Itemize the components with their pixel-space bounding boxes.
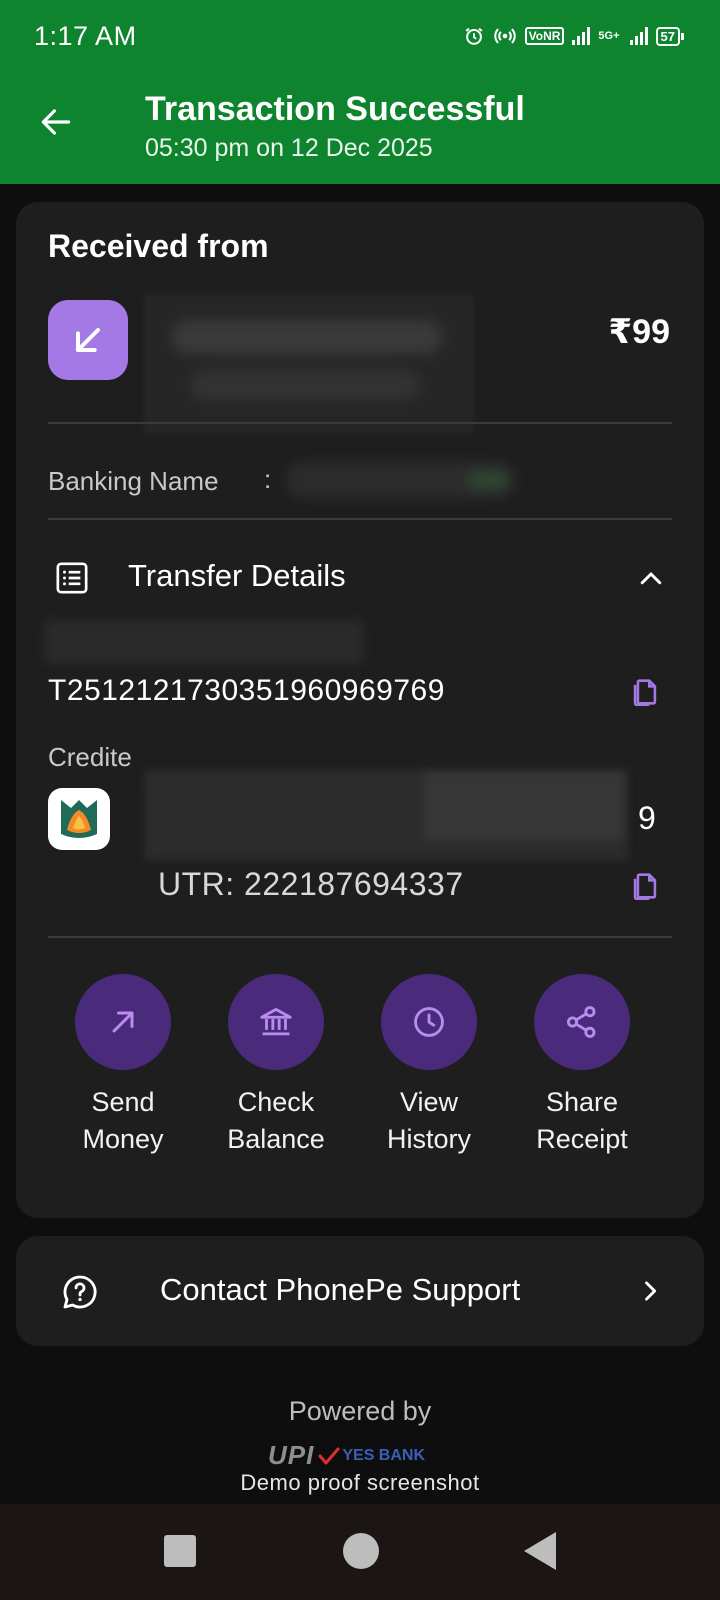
- action-label: History: [386, 1124, 471, 1154]
- battery-level: 57: [655, 26, 680, 46]
- status-time: 1:17 AM: [34, 20, 137, 51]
- battery-icon: 57: [655, 26, 684, 46]
- credited-to-label: Credite: [48, 742, 132, 772]
- chevron-right-icon: [645, 1281, 657, 1301]
- recents-button[interactable]: [164, 1535, 196, 1567]
- partner-logos: UPI YES BANK: [268, 1440, 425, 1471]
- action-label: Share: [545, 1087, 619, 1117]
- system-nav-bar: [0, 1504, 720, 1600]
- share-receipt-button[interactable]: Share Receipt: [507, 974, 657, 1158]
- quick-actions: Send Money Check Balance View History Share…: [16, 974, 704, 1174]
- demo-caption: Demo proof screenshot: [240, 1470, 480, 1495]
- upi-logo: UPI: [268, 1440, 315, 1470]
- view-history-button[interactable]: View History: [354, 974, 504, 1158]
- transaction-card: Received from ₹99 Banking Name : Transfe…: [16, 202, 704, 1218]
- share-icon: [566, 1006, 596, 1038]
- arrow-left-icon: [41, 109, 71, 135]
- alarm-icon: [463, 25, 485, 47]
- copy-icon[interactable]: [628, 868, 662, 904]
- home-button[interactable]: [343, 1533, 379, 1569]
- back-button[interactable]: [34, 100, 78, 144]
- transaction-id: T2512121730351960969769: [48, 674, 445, 707]
- vonr-badge: VoNR: [524, 27, 565, 45]
- bank-icon: [260, 1007, 292, 1036]
- received-arrow-icon: [48, 300, 128, 380]
- account-number-tail: 9: [638, 800, 656, 836]
- app-header: Transaction Successful 05:30 pm on 12 De…: [0, 72, 720, 184]
- signal-icon-2: [629, 27, 648, 45]
- divider: [48, 936, 672, 938]
- contact-support-label: Contact PhonePe Support: [160, 1272, 521, 1307]
- check-balance-button[interactable]: Check Balance: [201, 974, 351, 1158]
- account-number-redacted: [144, 770, 628, 860]
- status-bar: 1:17 AM VoNR 5G+ 57: [0, 0, 720, 72]
- banking-name-redacted: [286, 462, 516, 498]
- amount: ₹99: [608, 313, 670, 351]
- copy-icon[interactable]: [628, 674, 662, 710]
- transfer-details-toggle[interactable]: Transfer Details: [128, 558, 346, 594]
- divider: [48, 422, 672, 424]
- action-label: View: [399, 1087, 459, 1117]
- signal-icon: [572, 27, 591, 45]
- bank-logo-icon: [48, 788, 110, 850]
- yes-bank-label: YES BANK: [342, 1446, 426, 1464]
- yes-bank-logo: YES BANK: [318, 1447, 425, 1465]
- page-title: Transaction Successful: [145, 90, 525, 128]
- action-label: Send: [91, 1087, 155, 1117]
- action-label: Money: [82, 1124, 164, 1154]
- powered-by-label: Powered by: [288, 1396, 432, 1426]
- chevron-up-icon[interactable]: [636, 564, 666, 594]
- sender-name-redacted: [144, 294, 474, 434]
- receipt-list-icon: [56, 562, 88, 594]
- arrow-up-right-icon: [112, 1011, 134, 1033]
- network-type: 5G+: [598, 30, 620, 42]
- action-label: Balance: [227, 1124, 325, 1154]
- utr-number: UTR: 222187694337: [158, 866, 464, 902]
- transaction-datetime: 05:30 pm on 12 Dec 2025: [145, 134, 433, 162]
- clock-icon: [414, 1007, 444, 1037]
- action-label: Receipt: [536, 1124, 628, 1154]
- checkmark-icon: [318, 1447, 340, 1464]
- hotspot-icon: [493, 25, 517, 47]
- status-icons: VoNR 5G+ 57: [463, 25, 684, 47]
- transaction-id-label-redacted: [44, 620, 364, 664]
- action-label: Check: [237, 1087, 315, 1117]
- back-nav-button[interactable]: [524, 1532, 556, 1570]
- help-chat-icon: [63, 1275, 97, 1309]
- contact-support-button[interactable]: Contact PhonePe Support: [16, 1236, 704, 1346]
- received-from-label: Received from: [48, 228, 269, 264]
- banking-name-colon: :: [264, 464, 272, 494]
- divider: [48, 518, 672, 520]
- banking-name-label: Banking Name: [48, 466, 219, 496]
- send-money-button[interactable]: Send Money: [48, 974, 198, 1158]
